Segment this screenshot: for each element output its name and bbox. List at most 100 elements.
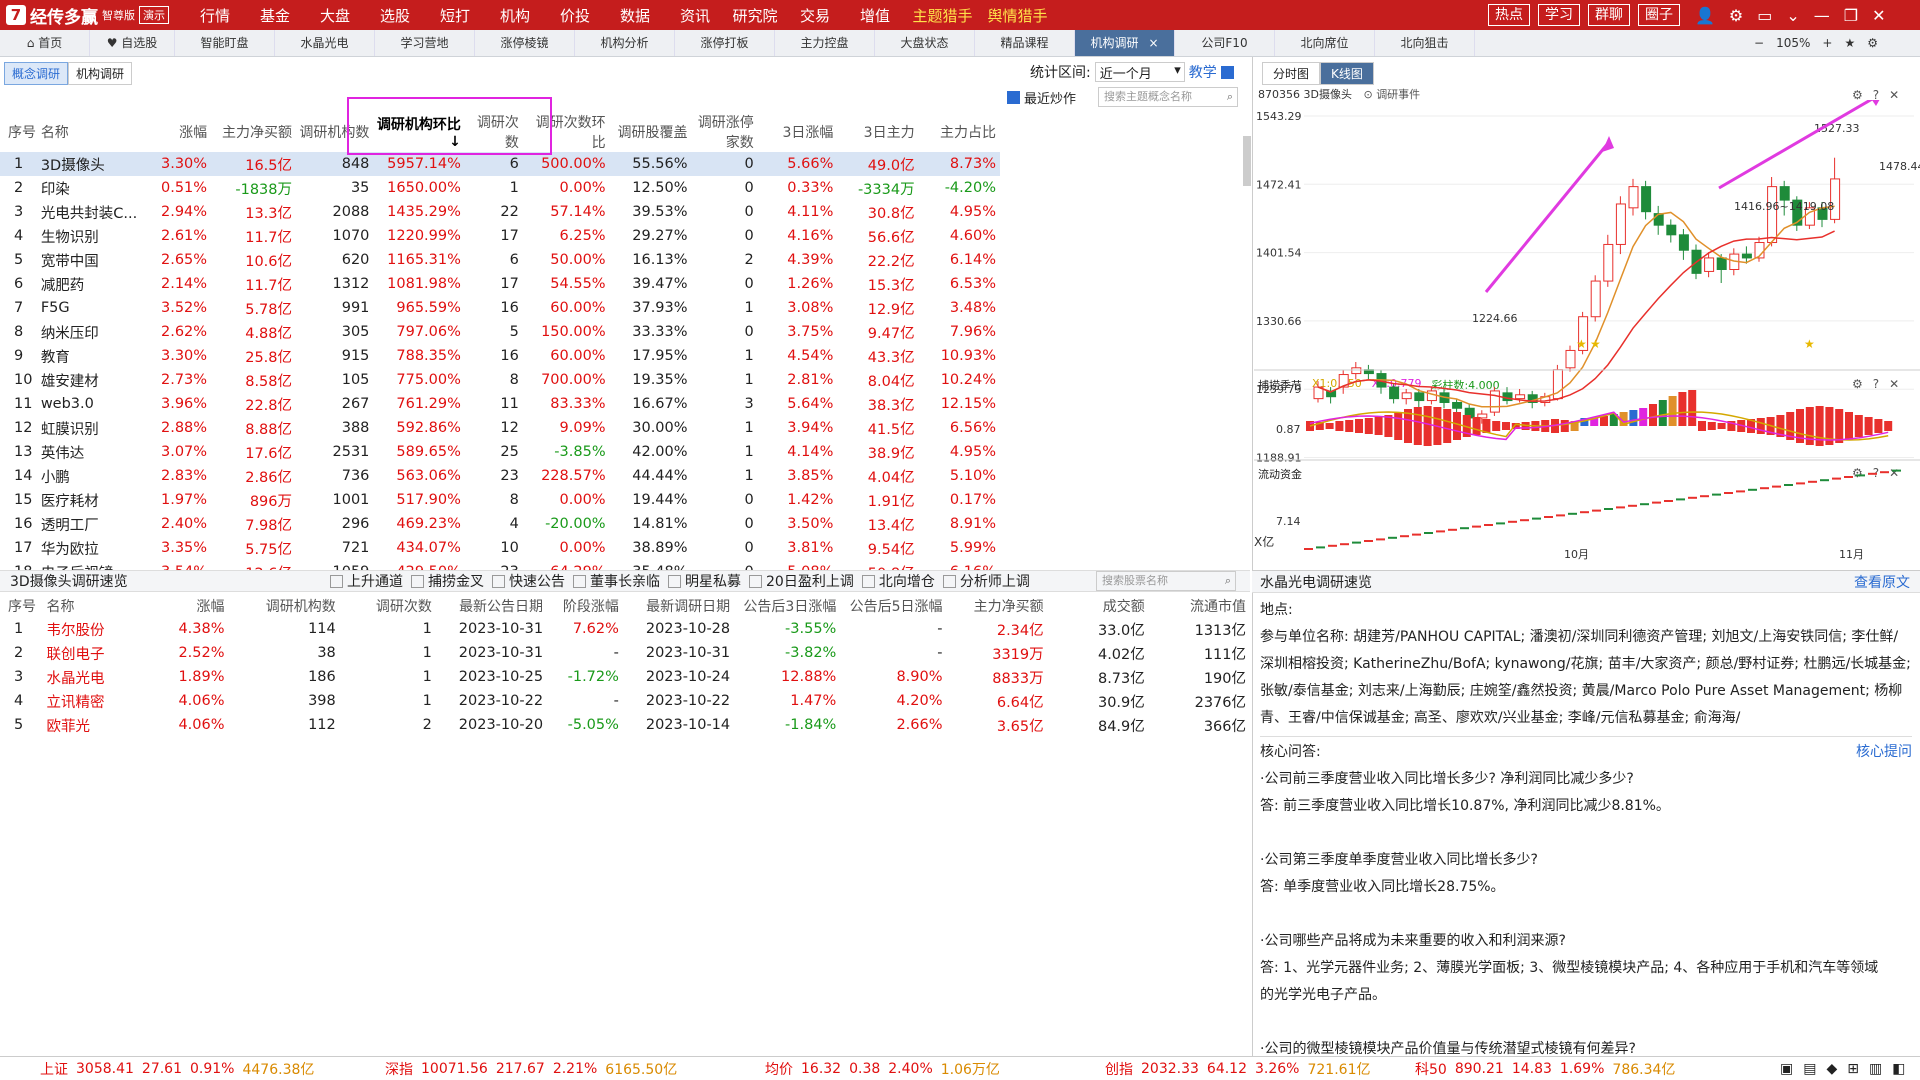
table-row[interactable]: 3 水晶光电 1.89% 186 1 2023-10-25 -1.72% 2023-10-24… (0, 665, 1250, 689)
col-header-1[interactable]: 名称 (41, 112, 146, 152)
col-header-9[interactable]: 调研涨停家数 (692, 112, 758, 152)
close-icon[interactable]: × (1148, 36, 1158, 50)
minimize-icon[interactable]: — (1814, 6, 1830, 25)
col-header-11[interactable]: 3日主力 (837, 112, 918, 152)
filter-option-6[interactable]: 北向增仓 (861, 571, 935, 591)
menu-item-13[interactable]: 舆情猎手 (980, 5, 1055, 26)
tab-8[interactable]: 主力控盘 (775, 30, 875, 56)
recent-checkbox[interactable] (1007, 91, 1020, 104)
filter-option-7[interactable]: 分析师上调 (942, 571, 1030, 591)
col-header-2[interactable]: 涨幅 (148, 595, 229, 617)
menu-item-2[interactable]: 大盘 (305, 5, 365, 26)
filter-option-0[interactable]: 上升通道 (330, 571, 403, 591)
checkbox[interactable] (330, 574, 343, 588)
table-row[interactable]: 2 印染 0.51% -1838万 35 1650.00% 1 0.00% 12.50% 0 0.3… (0, 176, 1000, 200)
table-row[interactable]: 1 韦尔股份 4.38% 114 1 2023-10-31 7.62% 2023-10-28 -… (0, 617, 1250, 641)
col-header-12[interactable]: 流通市值 (1149, 595, 1250, 617)
index-2[interactable]: 均价 16.32 0.38 2.40% 1.06万亿 (765, 1059, 1000, 1079)
top-button-2[interactable]: 群聊 (1588, 4, 1630, 26)
col-header-6[interactable]: 阶段涨幅 (547, 595, 623, 617)
menu-item-10[interactable]: 交易 (785, 5, 845, 26)
gear-icon[interactable]: ⚙ (1729, 6, 1743, 25)
toolbar-icon[interactable]: ▥ (1869, 1061, 1882, 1077)
table-row[interactable]: 7 F5G 3.52% 5.78亿 991 965.59% 16 60.00% 37.93% 1 3… (0, 296, 1000, 320)
col-header-4[interactable]: 调研次数 (340, 595, 436, 617)
demo-badge[interactable]: 演示 (139, 6, 169, 24)
col-header-8[interactable]: 调研股覆盖 (610, 112, 692, 152)
toolbar-icon[interactable]: ◆ (1826, 1061, 1837, 1077)
concept-search-input[interactable]: 搜索主题概念名称 ⌕ (1098, 87, 1238, 107)
tab-9[interactable]: 大盘状态 (875, 30, 975, 56)
col-header-9[interactable]: 公告后5日涨幅 (840, 595, 946, 617)
tab-10[interactable]: 精品课程 (975, 30, 1075, 56)
filter-option-1[interactable]: 捕捞金叉 (411, 571, 484, 591)
filter-option-3[interactable]: 董事长亲临 (573, 571, 660, 591)
checkbox[interactable] (411, 574, 424, 588)
tab-6[interactable]: 机构分析 (575, 30, 675, 56)
index-3[interactable]: 创指 2032.33 64.12 3.26% 721.61亿 (1105, 1059, 1370, 1079)
stock-search-input[interactable]: 搜索股票名称 ⌕ (1096, 571, 1236, 591)
checkbox[interactable] (942, 574, 956, 588)
col-header-10[interactable]: 主力净买额 (947, 595, 1048, 617)
filter-option-2[interactable]: 快速公告 (492, 571, 565, 591)
table-row[interactable]: 17 华为欧拉 3.35% 5.75亿 721 434.07% 10 0.00% 38.89% 0… (0, 536, 1000, 560)
minus-icon[interactable]: − (1754, 30, 1764, 56)
col-header-3[interactable]: 调研机构数 (229, 595, 340, 617)
user-icon[interactable]: 👤 (1695, 6, 1715, 25)
table-row[interactable]: 2 联创电子 2.52% 38 1 2023-10-31 - 2023-10-31 -3.82%… (0, 641, 1250, 665)
toolbar-icon[interactable]: ⊞ (1847, 1061, 1859, 1077)
menu-item-4[interactable]: 短打 (425, 5, 485, 26)
tab-7[interactable]: 涨停打板 (675, 30, 775, 56)
tab-3[interactable]: 水晶光电 (275, 30, 375, 56)
tab-11[interactable]: 机构调研 × (1075, 30, 1175, 56)
menu-item-11[interactable]: 增值 (845, 5, 905, 26)
star-icon[interactable]: ★ (1844, 30, 1855, 56)
col-header-12[interactable]: 主力占比 (919, 112, 1000, 152)
table-row[interactable]: 12 虹膜识别 2.88% 8.88亿 388 592.86% 12 9.09% 30.00% 1… (0, 416, 1000, 440)
table-row[interactable]: 16 透明工厂 2.40% 7.98亿 296 469.23% 4 -20.00% 14.81%… (0, 512, 1000, 536)
teach-checkbox[interactable] (1220, 65, 1234, 79)
core-question-link[interactable]: 核心提问 (1856, 739, 1912, 766)
table-row[interactable]: 5 宽带中国 2.65% 10.6亿 620 1165.31% 6 50.00% 16.13% 2… (0, 248, 1000, 272)
index-0[interactable]: 上证 3058.41 27.61 0.91% 4476.38亿 (40, 1059, 314, 1079)
table-row[interactable]: 10 雄安建材 2.73% 8.58亿 105 775.00% 8 700.00% 19.35%… (0, 368, 1000, 392)
filter-option-4[interactable]: 明星私募 (668, 571, 741, 591)
plus-icon[interactable]: + (1822, 30, 1832, 56)
menu-item-6[interactable]: 价投 (545, 5, 605, 26)
table-row[interactable]: 4 生物识别 2.61% 11.7亿 1070 1220.99% 17 6.25% 29.27%… (0, 224, 1000, 248)
checkbox[interactable] (668, 574, 681, 588)
col-header-11[interactable]: 成交额 (1048, 595, 1149, 617)
restore-icon[interactable]: ❐ (1844, 6, 1858, 25)
table-row[interactable]: 14 小鹏 2.83% 2.86亿 736 563.06% 23 228.57% 44.44% 1… (0, 464, 1000, 488)
search-icon[interactable]: ⌕ (1225, 572, 1231, 590)
top-button-0[interactable]: 热点 (1488, 4, 1530, 26)
stat-select[interactable]: 近一个月 (1094, 62, 1185, 82)
menu-item-1[interactable]: 基金 (245, 5, 305, 26)
col-header-1[interactable]: 名称 (47, 595, 148, 617)
close-icon[interactable]: ✕ (1872, 6, 1885, 25)
table-row[interactable]: 3 光电共封装C... 2.94% 13.3亿 2088 1435.29% 22 57.14%… (0, 200, 1000, 224)
col-header-3[interactable]: 主力净买额 (211, 112, 296, 152)
table-row[interactable]: 8 纳米压印 2.62% 4.88亿 305 797.06% 5 150.00% 33.33% 0… (0, 320, 1000, 344)
subtab-institution[interactable]: 机构调研 (68, 62, 133, 85)
top-button-1[interactable]: 学习 (1538, 4, 1580, 26)
tab-0[interactable]: ⌂ 首页 (0, 30, 90, 56)
col-header-0[interactable]: 序号 (0, 595, 47, 617)
menu-item-0[interactable]: 行情 (185, 5, 245, 26)
col-header-8[interactable]: 公告后3日涨幅 (734, 595, 840, 617)
tab-kline[interactable]: K线图 (1320, 62, 1374, 85)
index-1[interactable]: 深指 10071.56 217.67 2.21% 6165.50亿 (385, 1059, 677, 1079)
kline-chart[interactable]: 1543.29 1472.41 1401.54 1330.66 1259.79 1188.… (1254, 100, 1920, 560)
col-header-2[interactable]: 涨幅 (146, 112, 211, 152)
menu-item-12[interactable]: 主题猎手 (905, 5, 980, 26)
teach-link[interactable]: 教学 (1189, 62, 1217, 82)
view-original-link[interactable]: 查看原文 (1854, 572, 1910, 592)
tab-12[interactable]: 公司F10 (1175, 30, 1275, 56)
checkbox[interactable] (861, 574, 875, 588)
table-row[interactable]: 11 web3.0 3.96% 22.8亿 267 761.29% 11 83.33% 16.6… (0, 392, 1000, 416)
top-button-3[interactable]: 圈子 (1638, 4, 1680, 26)
toolbar-icon[interactable]: ◧ (1892, 1061, 1905, 1077)
checkbox[interactable] (573, 574, 586, 588)
toolbar-icon[interactable]: ▤ (1803, 1061, 1816, 1077)
subtab-concept[interactable]: 概念调研 (4, 62, 69, 85)
